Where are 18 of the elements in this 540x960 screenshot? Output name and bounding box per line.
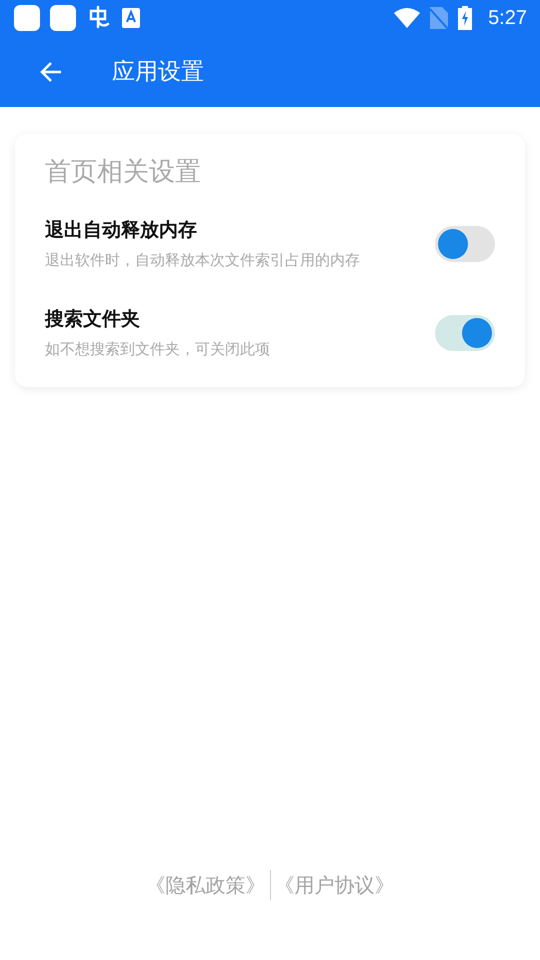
setting-description: 如不想搜索到文件夹，可关闭此项 [45, 340, 271, 359]
toggle-switch[interactable] [435, 314, 495, 350]
footer-link[interactable]: 《隐私政策》 [146, 872, 266, 898]
section-title: 首页相关设置 [45, 156, 202, 189]
battery-charging-icon [458, 6, 472, 30]
setting-title: 退出自动释放内存 [45, 218, 198, 243]
setting-description: 退出软件时，自动释放本次文件索引占用的内存 [45, 251, 361, 270]
page-title: 应用设置 [112, 58, 204, 87]
status-time: 5:27 [488, 6, 527, 30]
app-notification-icon [14, 5, 40, 31]
app-notification-icon [50, 5, 76, 31]
setting-title: 搜索文件夹 [45, 307, 141, 332]
footer-link[interactable]: 《用户协议》 [274, 872, 394, 898]
wifi-icon [394, 8, 420, 28]
no-sim-icon [430, 7, 448, 29]
keyboard-notification-icon [122, 8, 140, 28]
back-arrow-icon [39, 60, 63, 84]
toggle-switch[interactable] [435, 226, 495, 262]
